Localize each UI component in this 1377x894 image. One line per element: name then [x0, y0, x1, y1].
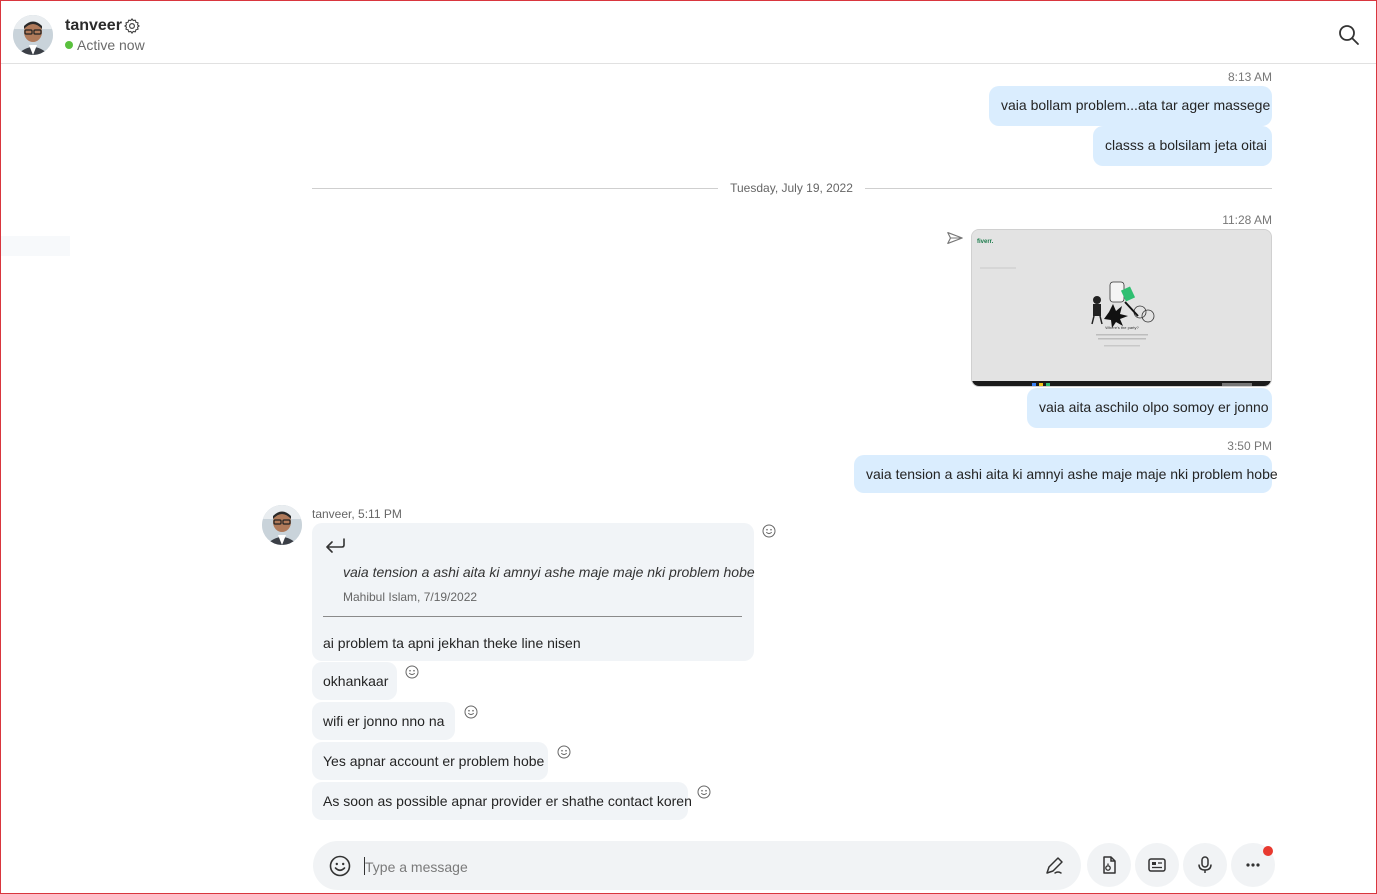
- avatar[interactable]: [262, 505, 302, 545]
- message-composer: [313, 841, 1081, 890]
- search-icon[interactable]: [1337, 23, 1361, 47]
- send-file-button[interactable]: [1087, 843, 1131, 887]
- thumbnail-logo: fiverr.: [977, 239, 994, 245]
- smiley-reaction-icon[interactable]: [464, 705, 478, 719]
- text-caret: [364, 857, 365, 875]
- screenshot-thumbnail: fiverr. Where's the party?: [972, 230, 1271, 386]
- avatar[interactable]: [13, 15, 53, 55]
- outgoing-message[interactable]: vaia tension a ashi aita ki amnyi ashe m…: [854, 455, 1278, 493]
- quoted-author: Mahibul Islam, 7/19/2022: [343, 590, 478, 604]
- file-icon: [1103, 856, 1116, 874]
- smiley-reaction-icon[interactable]: [557, 745, 571, 759]
- sender-name-time: tanveer, 5:11 PM: [312, 507, 402, 521]
- date-divider: Tuesday, July 19, 2022: [730, 181, 853, 195]
- timestamp: 3:50 PM: [1227, 439, 1272, 453]
- incoming-message[interactable]: As soon as possible apnar provider er sh…: [312, 782, 692, 820]
- reply-message[interactable]: vaia tension a ashi aita ki amnyi ashe m…: [312, 523, 755, 661]
- outgoing-message[interactable]: vaia aita aschilo olpo somoy er jonno: [1027, 388, 1272, 428]
- microphone-icon: [1198, 856, 1212, 873]
- gear-icon[interactable]: [123, 17, 141, 35]
- timestamp: 11:28 AM: [1222, 213, 1272, 227]
- outgoing-message[interactable]: classs a bolsilam jeta oitai: [1093, 126, 1272, 166]
- send-arrow-icon: [947, 232, 963, 244]
- image-attachment[interactable]: fiverr. Where's the party?: [971, 229, 1272, 387]
- smiley-reaction-icon[interactable]: [405, 665, 419, 679]
- quote-divider: [323, 616, 742, 617]
- incoming-message[interactable]: wifi er jonno nno na: [312, 702, 455, 740]
- message-input[interactable]: [363, 851, 1027, 883]
- reply-text: ai problem ta apni jekhan theke line nis…: [323, 635, 581, 651]
- more-icon: [1246, 863, 1260, 867]
- incoming-message[interactable]: Yes apnar account er problem hobe: [312, 742, 548, 780]
- date-divider-line: [865, 188, 1272, 189]
- incoming-message[interactable]: okhankaar: [312, 662, 397, 700]
- sidebar-remnant: [0, 236, 70, 256]
- outgoing-message[interactable]: vaia bollam problem...ata tar ager masse…: [989, 86, 1272, 126]
- smiley-reaction-icon[interactable]: [762, 524, 776, 538]
- timestamp: 8:13 AM: [1227, 70, 1272, 84]
- notification-dot: [1263, 846, 1273, 856]
- send-contact-button[interactable]: [1135, 843, 1179, 887]
- contact-card-icon: [1148, 858, 1166, 872]
- online-status-dot: [65, 41, 73, 49]
- thumbnail-caption: Where's the party?: [1105, 325, 1139, 330]
- contact-name[interactable]: tanveer: [65, 17, 122, 35]
- chat-header: tanveer Active now: [1, 1, 1376, 64]
- quoted-message[interactable]: vaia tension a ashi aita ki amnyi ashe m…: [343, 564, 755, 580]
- emoji-icon[interactable]: [328, 854, 352, 878]
- smiley-reaction-icon[interactable]: [697, 785, 711, 799]
- date-divider-line: [312, 188, 718, 189]
- pen-icon[interactable]: [1044, 856, 1064, 876]
- voice-message-button[interactable]: [1183, 843, 1227, 887]
- presence-status: Active now: [77, 37, 145, 53]
- reply-arrow-icon: [326, 538, 345, 553]
